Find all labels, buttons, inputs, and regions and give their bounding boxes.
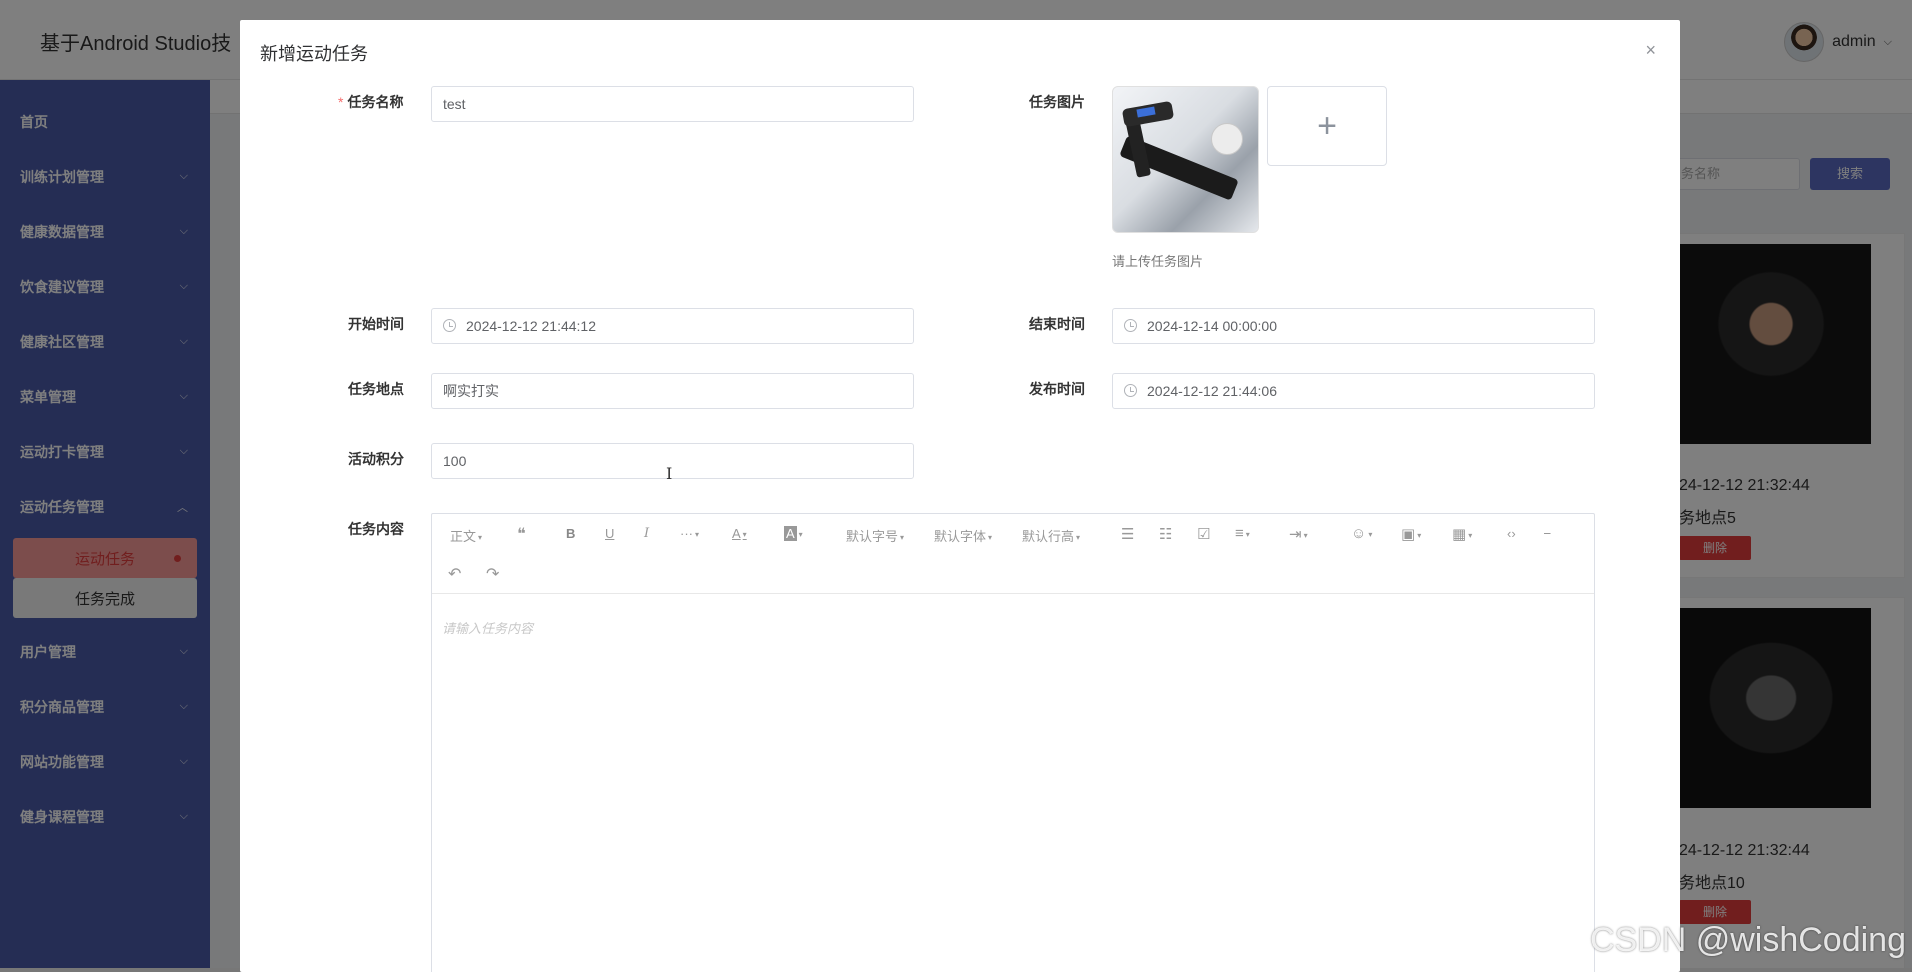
code-icon[interactable]: ‹› <box>1507 526 1516 541</box>
task-name-label: * 任务名称 <box>338 92 403 112</box>
more-styles-button[interactable]: ··· ▾ <box>680 526 699 541</box>
task-image-label: 任务图片 <box>1029 94 1085 110</box>
task-name-input[interactable]: test <box>431 86 914 122</box>
clock-icon <box>1124 318 1137 332</box>
task-place-label: 任务地点 <box>348 381 404 397</box>
end-time-value: 2024-12-14 00:00:00 <box>1147 318 1277 334</box>
redo-icon[interactable]: ↷ <box>486 564 499 584</box>
add-task-dialog: 新增运动任务 × * 任务名称 test 任务图片 + 请上传任务图片 开始时间 … <box>240 20 1680 972</box>
font-color-button[interactable]: A ▾ <box>732 526 747 541</box>
caret-icon: ▾ <box>1076 533 1081 543</box>
font-family-label: 默认字体 <box>934 529 987 544</box>
font-color-icon: A <box>732 526 741 541</box>
paragraph-select[interactable]: 正文 ▾ <box>450 526 482 545</box>
line-height-label: 默认行高 <box>1022 529 1075 544</box>
editor-placeholder: 请输入任务内容 <box>442 621 534 636</box>
start-time-value: 2024-12-12 21:44:12 <box>466 318 596 334</box>
align-icon: ≡ <box>1235 525 1244 542</box>
line-height-select[interactable]: 默认行高 ▾ <box>1022 526 1080 545</box>
end-time-label: 结束时间 <box>1029 316 1085 332</box>
points-input[interactable]: 100 <box>431 443 914 479</box>
start-time-picker[interactable]: 2024-12-12 21:44:12 <box>431 308 914 344</box>
align-button[interactable]: ≡ ▾ <box>1235 525 1250 542</box>
caret-icon: ▾ <box>988 533 993 543</box>
bold-icon[interactable]: B <box>566 526 575 541</box>
publish-time-picker[interactable]: 2024-12-12 21:44:06 <box>1112 373 1595 409</box>
caret-icon: ▾ <box>798 530 803 540</box>
start-time-label: 开始时间 <box>348 316 404 332</box>
font-size-select[interactable]: 默认字号 ▾ <box>846 526 904 545</box>
points-label: 活动积分 <box>348 451 404 467</box>
undo-icon[interactable]: ↶ <box>448 564 461 584</box>
table-button[interactable]: ▦ ▾ <box>1452 525 1472 543</box>
bg-color-button[interactable]: A ▾ <box>784 526 803 541</box>
caret-icon: ▾ <box>1303 530 1308 540</box>
caret-icon: ▾ <box>900 533 905 543</box>
end-time-picker[interactable]: 2024-12-14 00:00:00 <box>1112 308 1595 344</box>
caret-icon: ▾ <box>1468 530 1473 540</box>
treadmill-image-ball <box>1211 123 1243 155</box>
editor-toolbar: 正文 ▾ ❝ B U I ··· ▾ A ▾ A ▾ 默认字号 ▾ 默认字体 ▾ 默认行高 ▾… <box>432 514 1594 594</box>
indent-icon: ⇥ <box>1289 526 1302 543</box>
divider-icon[interactable]: ⎯ <box>1544 525 1551 541</box>
image-button[interactable]: ▣ ▾ <box>1401 525 1421 543</box>
task-place-input[interactable]: 啊实打实 <box>431 373 914 409</box>
close-icon[interactable]: × <box>1645 40 1656 61</box>
font-size-label: 默认字号 <box>846 529 899 544</box>
publish-time-label: 发布时间 <box>1029 381 1085 397</box>
image-icon: ▣ <box>1401 526 1416 543</box>
task-content-label: 任务内容 <box>348 521 404 537</box>
rich-text-editor[interactable]: 正文 ▾ ❝ B U I ··· ▾ A ▾ A ▾ 默认字号 ▾ 默认字体 ▾ 默认行高 ▾… <box>431 513 1595 972</box>
bg-color-icon: A <box>784 526 797 541</box>
table-icon: ▦ <box>1452 526 1467 543</box>
dialog-title: 新增运动任务 <box>260 44 368 64</box>
italic-icon[interactable]: I <box>644 526 649 541</box>
clock-icon <box>1124 383 1137 397</box>
upload-tip: 请上传任务图片 <box>1112 254 1204 269</box>
caret-icon: ▾ <box>1368 529 1373 539</box>
caret-icon: ▾ <box>695 530 700 540</box>
caret-icon: ▾ <box>1417 530 1422 540</box>
todo-icon[interactable]: ☑ <box>1197 525 1210 543</box>
caret-icon: ▾ <box>478 533 483 543</box>
numbered-list-icon[interactable]: ☷ <box>1159 525 1172 543</box>
paragraph-label: 正文 <box>450 529 477 544</box>
task-image-thumbnail[interactable] <box>1112 86 1259 233</box>
upload-image-button[interactable]: + <box>1267 86 1387 166</box>
more-icon: ··· <box>680 526 693 541</box>
caret-icon: ▾ <box>742 530 747 540</box>
font-family-select[interactable]: 默认字体 ▾ <box>934 526 992 545</box>
emoji-icon: ☺ <box>1351 525 1367 542</box>
bullet-list-icon[interactable]: ☰ <box>1121 525 1134 543</box>
text-cursor-icon: I <box>666 464 673 483</box>
caret-icon: ▾ <box>1245 529 1250 539</box>
task-name-label-text: 任务名称 <box>347 94 404 110</box>
watermark: CSDN @wishCoding <box>1589 921 1906 959</box>
required-mark: * <box>338 94 344 110</box>
clock-icon <box>443 318 456 332</box>
underline-icon[interactable]: U <box>605 526 614 541</box>
publish-time-value: 2024-12-12 21:44:06 <box>1147 383 1277 399</box>
emoji-button[interactable]: ☺ ▾ <box>1351 525 1372 542</box>
quote-icon[interactable]: ❝ <box>517 524 526 544</box>
plus-icon: + <box>1317 107 1337 145</box>
indent-button[interactable]: ⇥ ▾ <box>1289 525 1308 543</box>
